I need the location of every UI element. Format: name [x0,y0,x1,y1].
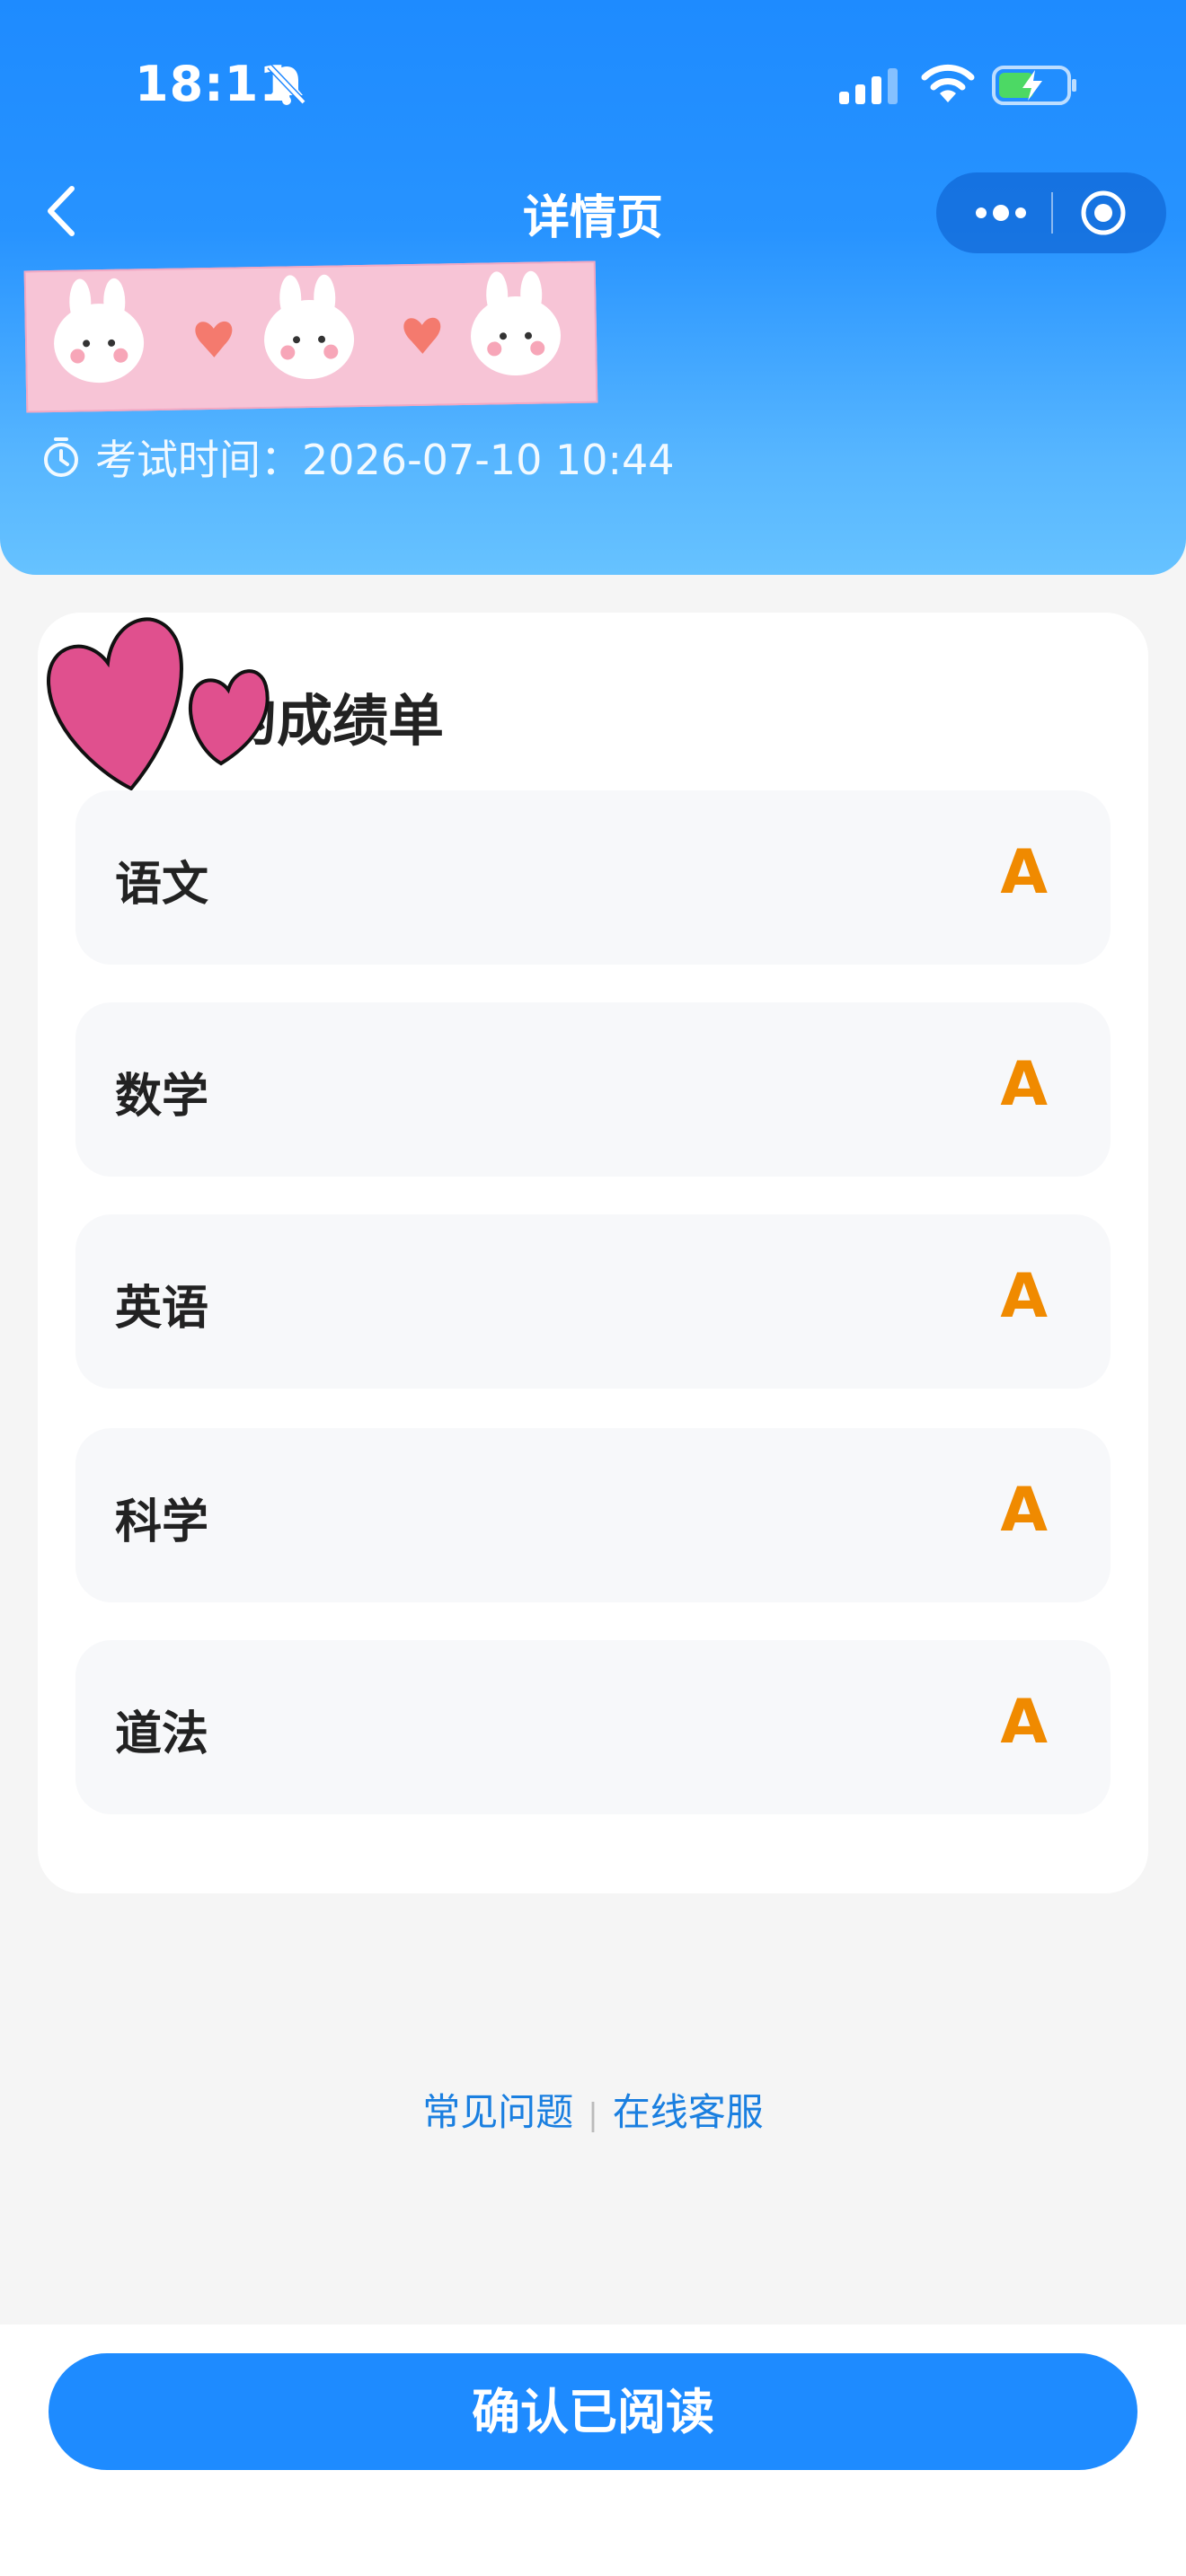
subject-label: 语文 [115,858,209,912]
list-item: 语文 A [75,790,1111,965]
grade-value: A [1000,837,1048,908]
list-item: 英语 A [75,1214,1111,1389]
heart-sticker [46,617,270,791]
grade-value: A [1000,1049,1048,1120]
exam-time: 考试时间：2026-07-10 10:44 [41,428,675,487]
subject-label: 英语 [115,1282,209,1336]
capsule-divider [1051,192,1053,234]
list-item: 科学 A [75,1428,1111,1602]
faq-link[interactable]: 常见问题 [422,2090,573,2134]
subject-label: 科学 [115,1495,209,1549]
stopwatch-icon [44,437,78,477]
subject-label: 数学 [115,1070,209,1124]
help-links: 常见问题 | 在线客服 [0,2082,1186,2137]
battery-charging-icon [992,66,1076,105]
grade-value: A [1000,1687,1048,1758]
more-dots-icon[interactable] [969,194,1033,232]
subject-label: 道法 [115,1707,209,1761]
bunny-sticker [23,260,598,413]
grade-value: A [1000,1261,1048,1332]
list-item: 道法 A [75,1640,1111,1814]
bell-slash-icon [267,64,306,105]
mini-program-capsule [936,172,1166,253]
grade-value: A [1000,1475,1048,1546]
customer-service-link[interactable]: 在线客服 [613,2090,764,2134]
exam-time-text: 考试时间：2026-07-10 10:44 [95,436,675,484]
confirm-read-button[interactable]: 确认已阅读 [49,2353,1137,2470]
target-icon[interactable] [1080,190,1127,236]
wifi-icon [921,64,975,102]
link-divider: | [588,2097,598,2133]
signal-icon [839,68,898,104]
list-item: 数学 A [75,1002,1111,1177]
